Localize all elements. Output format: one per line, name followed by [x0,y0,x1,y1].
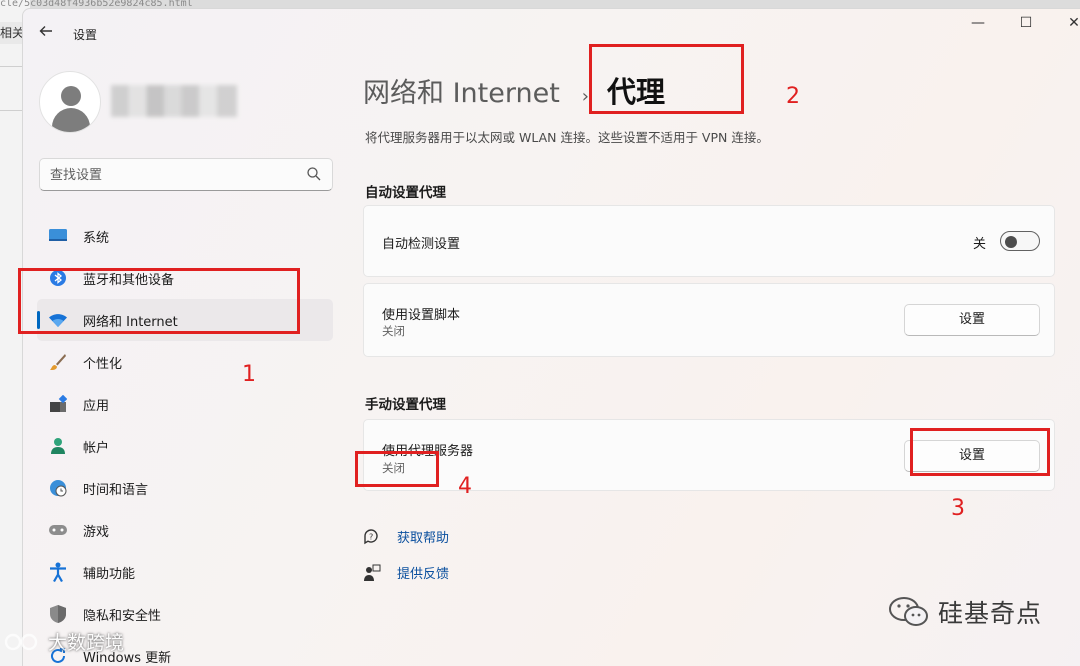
sidebar-item-apps[interactable]: 应用 [37,383,333,425]
manual-proxy-heading: 手动设置代理 [365,397,446,413]
shield-icon [47,603,69,625]
help-icon: ? [364,528,378,544]
account-icon [47,435,69,457]
watermark-left-text: 大数跨境 [48,632,125,654]
watermark-left: 大数跨境 [4,628,124,655]
background-divider [0,110,24,111]
setup-script-title: 使用设置脚本 [382,308,461,323]
give-feedback-link[interactable]: 提供反馈 [397,563,449,582]
search-box[interactable] [39,158,333,191]
auto-detect-toggle[interactable] [1000,231,1040,251]
accessibility-icon [47,561,69,583]
apps-icon [47,393,69,415]
setup-script-button[interactable]: 设置 [904,304,1040,336]
sidebar-item-label: 时间和语言 [83,482,149,498]
auto-detect-title: 自动检测设置 [382,237,461,252]
svg-text:?: ? [369,532,373,541]
system-display-icon [47,225,69,247]
auto-detect-state: 关 [972,237,986,252]
brand-logo-icon [4,633,38,650]
auto-proxy-heading: 自动设置代理 [365,185,446,201]
back-arrow-icon [39,26,52,36]
feedback-icon [364,564,381,581]
gamepad-icon [47,519,69,541]
annotation-box-setup-button [910,428,1050,476]
annotation-number-4: 4 [458,474,472,499]
annotation-box-proxy-title [589,44,744,114]
annotation-number-1: 1 [242,362,256,387]
back-button[interactable] [35,22,57,44]
sidebar-item-label: 个性化 [83,356,123,372]
sidebar-item-system[interactable]: 系统 [37,215,333,257]
help-link-row[interactable]: ? 获取帮助 [363,527,449,546]
get-help-link[interactable]: 获取帮助 [397,527,449,546]
sidebar-item-label: 应用 [83,398,110,414]
app-title: 设置 [73,28,98,42]
sidebar-item-accounts[interactable]: 帐户 [37,425,333,467]
settings-window: 设置 — ☐ ✕ 系统 蓝牙和其他设备 [22,8,1080,666]
watermark-right: 硅基奇点 [888,594,1042,630]
sidebar-item-gaming[interactable]: 游戏 [37,509,333,551]
sidebar-item-personalization[interactable]: 个性化 [37,341,333,383]
sidebar-item-label: 辅助功能 [83,566,136,582]
user-avatar-icon[interactable] [39,71,101,133]
feedback-link-row[interactable]: 提供反馈 [363,563,449,582]
setup-script-status: 关闭 [382,324,405,338]
search-icon[interactable] [306,166,322,182]
annotation-number-3: 3 [951,496,965,521]
breadcrumb-separator: › [581,86,589,107]
sidebar-item-label: 帐户 [83,440,110,456]
sidebar-item-accessibility[interactable]: 辅助功能 [37,551,333,593]
sidebar-item-label: 隐私和安全性 [83,608,162,624]
annotation-box-network [18,268,300,334]
breadcrumb-parent[interactable]: 网络和 Internet [363,71,560,110]
watermark-right-text: 硅基奇点 [938,599,1043,628]
page-description: 将代理服务器用于以太网或 WLAN 连接。这些设置不适用于 VPN 连接。 [365,130,769,145]
sidebar-item-time-language[interactable]: 时间和语言 [37,467,333,509]
sidebar-item-label: 游戏 [83,524,110,540]
auto-detect-card: 自动检测设置 关 [363,205,1055,277]
sidebar-item-label: 系统 [83,230,110,246]
search-input[interactable] [50,165,300,185]
background-divider [0,66,24,67]
background-tab[interactable]: 相关 [0,22,24,44]
paintbrush-icon [47,351,69,373]
wechat-logo-icon [889,597,928,626]
annotation-box-status [355,451,439,487]
blurred-username [111,85,237,117]
annotation-number-2: 2 [786,84,800,109]
globe-clock-icon [47,477,69,499]
setup-script-card: 使用设置脚本 关闭 设置 [363,283,1055,357]
